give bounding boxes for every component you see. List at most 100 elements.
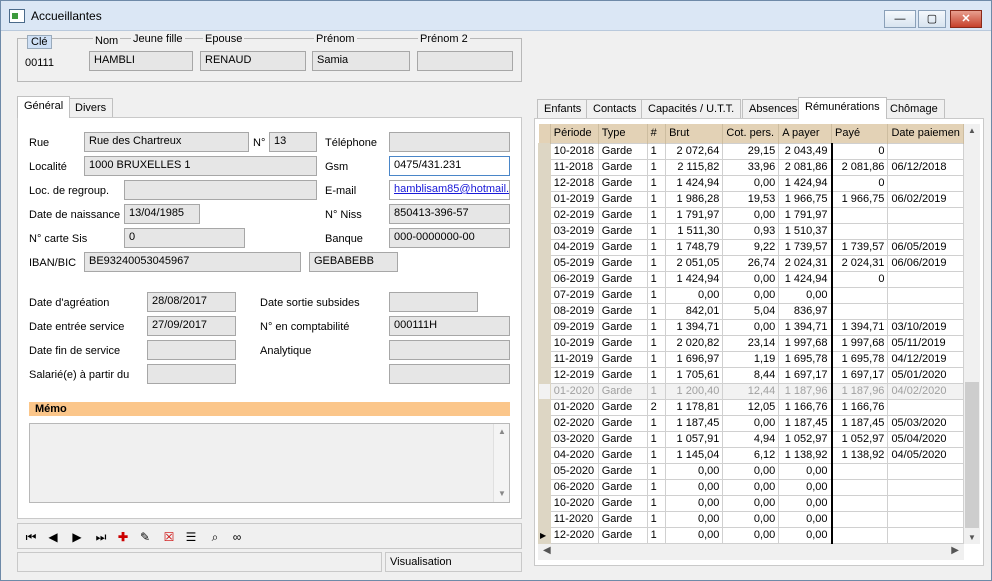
tab-general[interactable]: Général: [17, 96, 71, 118]
grid-cell[interactable]: 1: [646, 478, 667, 496]
gsm-field[interactable]: 0475/431.231: [389, 156, 510, 176]
grid-cell[interactable]: [887, 174, 964, 192]
grid-cell[interactable]: 06-2019: [549, 270, 599, 288]
grid-cell[interactable]: 0,00: [722, 478, 780, 496]
grid-cell[interactable]: Garde: [597, 142, 648, 160]
grid-cell[interactable]: 04/02/2020: [887, 382, 964, 400]
rue-field[interactable]: Rue des Chartreux: [84, 132, 249, 152]
grid-cell[interactable]: 2 115,82: [665, 158, 724, 176]
grid-cell[interactable]: [831, 478, 889, 496]
grid-cell[interactable]: 1 187,45: [665, 414, 724, 432]
grid-cell[interactable]: Garde: [597, 462, 648, 480]
grid-cell[interactable]: [887, 286, 964, 304]
grid-column-header[interactable]: Payé: [831, 124, 889, 143]
grid-row[interactable]: 11-2020 Garde 1 0,00 0,00 0,00: [538, 510, 964, 528]
grid-cell[interactable]: 1 424,94: [665, 270, 724, 288]
grid-cell[interactable]: 1 511,30: [665, 222, 724, 240]
grid-cell[interactable]: [887, 206, 964, 224]
grid-row[interactable]: 11-2019 Garde 1 1 696,97 1,19 1 695,78 1 695,7…: [538, 350, 964, 368]
grid-cell[interactable]: Garde: [597, 254, 648, 272]
telephone-field[interactable]: [389, 132, 510, 152]
scroll-down-icon[interactable]: ▼: [968, 533, 976, 542]
grid-cell[interactable]: Garde: [597, 238, 648, 256]
grid-cell[interactable]: 06/02/2019: [887, 190, 964, 208]
next-record-icon[interactable]: ▶: [68, 528, 86, 546]
prenom2-field[interactable]: [417, 51, 513, 71]
grid-cell[interactable]: 02-2019: [549, 206, 599, 224]
grid-cell[interactable]: Garde: [597, 494, 648, 512]
grid-cell[interactable]: 0,00: [665, 494, 724, 512]
grid-cell[interactable]: [887, 142, 964, 160]
grid-cell[interactable]: Garde: [597, 366, 648, 384]
grid-cell[interactable]: 06-2020: [549, 478, 599, 496]
grid-cell[interactable]: Garde: [597, 318, 648, 336]
grid-cell[interactable]: 1: [646, 334, 667, 352]
grid-row[interactable]: 09-2019 Garde 1 1 394,71 0,00 1 394,71 1 394,7…: [538, 318, 964, 336]
last-record-icon[interactable]: ⏭: [92, 528, 110, 546]
grid-cell[interactable]: 06/06/2019: [887, 254, 964, 272]
grid-cell[interactable]: 0,00: [722, 206, 780, 224]
grid-cell[interactable]: 05/11/2019: [887, 334, 964, 352]
grid-row[interactable]: 02-2020 Garde 1 1 187,45 0,00 1 187,45 1 187,4…: [538, 414, 964, 432]
grid-row[interactable]: 11-2018 Garde 1 2 115,82 33,96 2 081,86 2 081,…: [538, 158, 964, 176]
grid-cell[interactable]: 1 510,37: [778, 222, 833, 240]
grid-cell[interactable]: 02-2020: [549, 414, 599, 432]
grid-cell[interactable]: 1 997,68: [831, 334, 889, 352]
grid-cell[interactable]: 1 997,68: [778, 334, 833, 352]
first-record-icon[interactable]: ⏮: [22, 528, 40, 546]
grid-cell[interactable]: 1 394,71: [665, 318, 724, 336]
grid-horizontal-scrollbar[interactable]: ◀ ▶: [538, 544, 964, 560]
grid-row[interactable]: 04-2020 Garde 1 1 145,04 6,12 1 138,92 1 138,9…: [538, 446, 964, 464]
grid-cell[interactable]: [887, 302, 964, 320]
grid-vertical-scrollbar[interactable]: ▲ ▼: [964, 124, 980, 544]
grid-cell[interactable]: [831, 494, 889, 512]
grid-row[interactable]: 05-2020 Garde 1 0,00 0,00 0,00: [538, 462, 964, 480]
grid-cell[interactable]: 1 739,57: [778, 238, 833, 256]
grid-cell[interactable]: 01-2019: [549, 190, 599, 208]
grid-cell[interactable]: 0,00: [665, 526, 724, 544]
grid-cell[interactable]: Garde: [597, 174, 648, 192]
grid-cell[interactable]: 10-2019: [549, 334, 599, 352]
grid-cell[interactable]: 11-2020: [549, 510, 599, 528]
grid-column-header[interactable]: Période: [550, 124, 599, 143]
grid-cell[interactable]: 0,00: [778, 286, 833, 304]
tab-chomage[interactable]: Chômage: [883, 99, 945, 119]
grid-cell[interactable]: 12-2019: [549, 366, 599, 384]
grid-row[interactable]: 01-2020 Garde 1 1 200,40 12,44 1 187,96 1 187,…: [538, 382, 964, 400]
email-field[interactable]: hamblisam85@hotmail.co: [389, 180, 510, 200]
grid-cell[interactable]: [831, 462, 889, 480]
tab-absences[interactable]: Absences: [742, 99, 805, 119]
grid-cell[interactable]: 1 705,61: [665, 366, 724, 384]
grid-cell[interactable]: [831, 510, 889, 528]
row-selector[interactable]: [538, 222, 551, 240]
grid-cell[interactable]: 0,00: [778, 462, 833, 480]
row-selector[interactable]: [538, 286, 551, 304]
tab-enfants[interactable]: Enfants: [537, 99, 589, 119]
grid-cell[interactable]: 1: [646, 494, 667, 512]
grid-cell[interactable]: 1 695,78: [831, 350, 889, 368]
grid-column-header[interactable]: #: [647, 124, 667, 143]
scroll-left-icon[interactable]: ◀: [543, 545, 551, 556]
grid-row[interactable]: 02-2019 Garde 1 1 791,97 0,00 1 791,97: [538, 206, 964, 224]
grid-cell[interactable]: 0,00: [778, 510, 833, 528]
grid-cell[interactable]: 1 739,57: [831, 238, 889, 256]
grid-cell[interactable]: 11-2019: [549, 350, 599, 368]
row-selector[interactable]: [538, 302, 551, 320]
iban-field[interactable]: BE93240053045967: [84, 252, 301, 272]
grid-cell[interactable]: Garde: [597, 270, 648, 288]
grid-cell[interactable]: 04/05/2020: [887, 446, 964, 464]
grid-cell[interactable]: 1: [646, 302, 667, 320]
grid-cell[interactable]: 01-2020: [549, 398, 599, 416]
row-selector[interactable]: [538, 398, 551, 416]
row-selector[interactable]: [538, 446, 551, 464]
grid-row[interactable]: 01-2019 Garde 1 1 986,28 19,53 1 966,75 1 966,…: [538, 190, 964, 208]
grid-cell[interactable]: 1 966,75: [831, 190, 889, 208]
grid-cell[interactable]: 01-2020: [549, 382, 599, 400]
sis-field[interactable]: 0: [124, 228, 245, 248]
grid-cell[interactable]: 2 081,86: [778, 158, 833, 176]
grid-cell[interactable]: Garde: [597, 478, 648, 496]
delete-record-icon[interactable]: ☒: [160, 528, 178, 546]
close-button[interactable]: ✕: [950, 10, 982, 28]
grid-cell[interactable]: 0,00: [722, 526, 780, 544]
tab-divers[interactable]: Divers: [68, 98, 114, 118]
